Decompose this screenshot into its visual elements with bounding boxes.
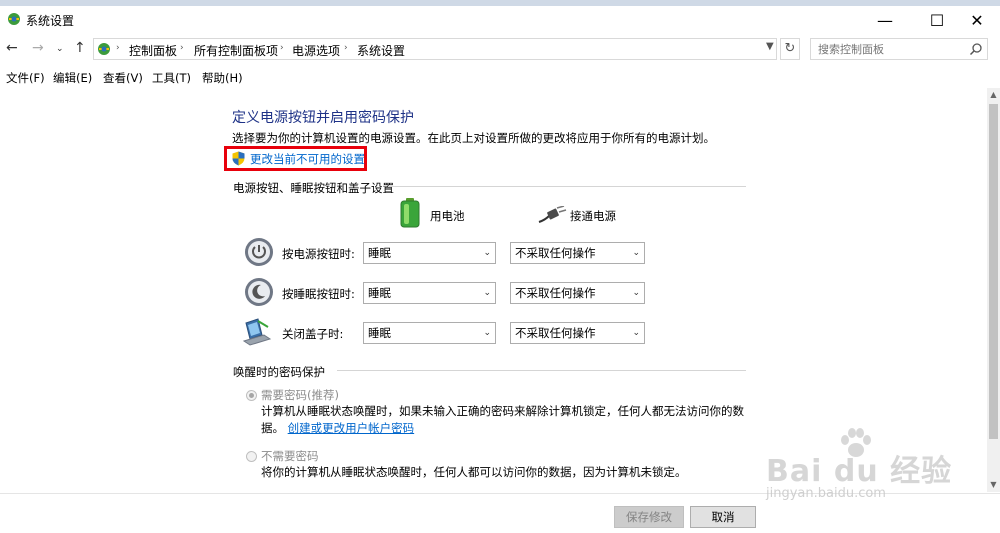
address-field[interactable]: › 控制面板 › 所有控制面板项 › 电源选项 › 系统设置 [93,38,777,60]
breadcrumb-all-items[interactable]: 所有控制面板项 [194,42,278,59]
select-value: 睡眠 [368,326,391,340]
breadcrumb-separator-icon[interactable]: › [180,43,184,53]
radio-no-password[interactable] [246,451,257,462]
select-close-lid-plugged[interactable]: 不采取任何操作 ⌄ [510,322,645,344]
no-password-description: 将你的计算机从睡眠状态唤醒时，任何人都可以访问你的数据，因为计算机未锁定。 [261,465,687,479]
column-plugged-in: 接通电源 [570,209,616,223]
chevron-down-icon: ⌄ [632,248,640,258]
require-password-desc-line2: 据。 [261,421,284,435]
menu-edit[interactable]: 编辑(E) [53,70,92,86]
address-bar: ← → ⌄ ↑ › 控制面板 › 所有控制面板项 › 电源选项 › 系统设置 ▼… [0,36,1000,62]
title-bar: 系统设置 — ☐ ✕ [0,0,1000,34]
require-password-desc-line1: 计算机从睡眠状态唤醒时，如果未输入正确的密码来解除计算机锁定，任何人都无法访问你… [261,404,744,418]
menu-bar: 文件(F) 编辑(E) 查看(V) 工具(T) 帮助(H) [0,68,1000,88]
chevron-down-icon: ⌄ [483,328,491,338]
up-arrow-icon[interactable]: ↑ [74,40,86,56]
breadcrumb-separator-icon[interactable]: › [280,43,284,53]
sleep-button-icon [245,278,273,306]
page-title: 定义电源按钮并启用密码保护 [232,110,414,126]
close-button[interactable]: ✕ [954,6,1000,34]
power-button-icon [245,238,273,266]
control-panel-icon [98,43,110,55]
battery-icon [400,198,420,228]
search-box[interactable] [810,38,988,60]
recent-locations-chevron-icon[interactable]: ⌄ [56,44,64,54]
menu-help[interactable]: 帮助(H) [202,70,243,86]
row-label-close-lid: 关闭盖子时: [282,327,344,341]
menu-file[interactable]: 文件(F) [6,70,45,86]
search-input[interactable] [811,39,961,59]
search-icon[interactable] [969,42,983,56]
address-dropdown-icon[interactable]: ▼ [766,41,774,52]
row-label-sleep-button: 按睡眠按钮时: [282,287,355,301]
select-sleep-button-plugged[interactable]: 不采取任何操作 ⌄ [510,282,645,304]
select-sleep-button-battery[interactable]: 睡眠 ⌄ [363,282,496,304]
menu-view[interactable]: 查看(V) [103,70,143,86]
back-arrow-icon[interactable]: ← [6,40,18,56]
control-panel-icon [8,13,20,25]
section-divider [388,186,746,187]
save-changes-button[interactable]: 保存修改 [614,506,684,528]
radio-require-password[interactable] [246,390,257,401]
power-section-title: 电源按钮、睡眠按钮和盖子设置 [233,181,394,195]
select-value: 不采取任何操作 [515,286,596,300]
select-value: 睡眠 [368,246,391,260]
select-value: 不采取任何操作 [515,246,596,260]
row-label-power-button: 按电源按钮时: [282,247,355,261]
radio-label-require-password: 需要密码(推荐) [261,388,339,402]
page-description: 选择要为你的计算机设置的电源设置。在此页上对设置所做的更改将应用于你所有的电源计… [232,131,715,145]
breadcrumb-power-options[interactable]: 电源选项 [292,42,340,59]
cancel-button[interactable]: 取消 [690,506,756,528]
forward-arrow-icon[interactable]: → [32,40,44,56]
select-value: 睡眠 [368,286,391,300]
vertical-scrollbar[interactable]: ▲ ▼ [987,88,1000,492]
minimize-button[interactable]: — [862,6,908,34]
require-password-description: 计算机从睡眠状态唤醒时，如果未输入正确的密码来解除计算机锁定，任何人都无法访问你… [261,403,751,437]
column-battery: 用电池 [430,209,465,223]
chevron-down-icon: ⌄ [632,288,640,298]
scroll-thumb[interactable] [989,104,998,439]
radio-label-no-password: 不需要密码 [261,449,319,463]
refresh-icon[interactable]: ↻ [780,38,800,60]
require-password-desc-line2-wrap: 据。 创建或更改用户帐户密码 [261,420,751,437]
laptop-lid-icon [242,318,272,346]
select-value: 不采取任何操作 [515,326,596,340]
breadcrumb-separator-icon[interactable]: › [116,43,120,53]
password-section-title: 唤醒时的密码保护 [233,365,325,379]
section-divider [337,370,746,371]
chevron-down-icon: ⌄ [632,328,640,338]
select-power-button-plugged[interactable]: 不采取任何操作 ⌄ [510,242,645,264]
create-password-link[interactable]: 创建或更改用户帐户密码 [288,421,415,435]
breadcrumb-control-panel[interactable]: 控制面板 [129,42,177,59]
uac-shield-icon [232,151,245,166]
breadcrumb-separator-icon[interactable]: › [344,43,348,53]
window-title: 系统设置 [26,14,75,28]
select-close-lid-battery[interactable]: 睡眠 ⌄ [363,322,496,344]
breadcrumb-system-settings[interactable]: 系统设置 [357,42,405,59]
chevron-down-icon: ⌄ [483,288,491,298]
chevron-down-icon: ⌄ [483,248,491,258]
scroll-up-icon[interactable]: ▲ [987,88,1000,102]
scroll-down-icon[interactable]: ▼ [987,478,1000,492]
change-unavailable-settings-link[interactable]: 更改当前不可用的设置 [250,151,365,167]
menu-tools[interactable]: 工具(T) [152,70,191,86]
power-plug-icon [538,206,567,223]
footer-bar: 保存修改 取消 [0,493,1000,533]
select-power-button-battery[interactable]: 睡眠 ⌄ [363,242,496,264]
main-content: 定义电源按钮并启用密码保护 选择要为你的计算机设置的电源设置。在此页上对设置所做… [0,88,987,498]
